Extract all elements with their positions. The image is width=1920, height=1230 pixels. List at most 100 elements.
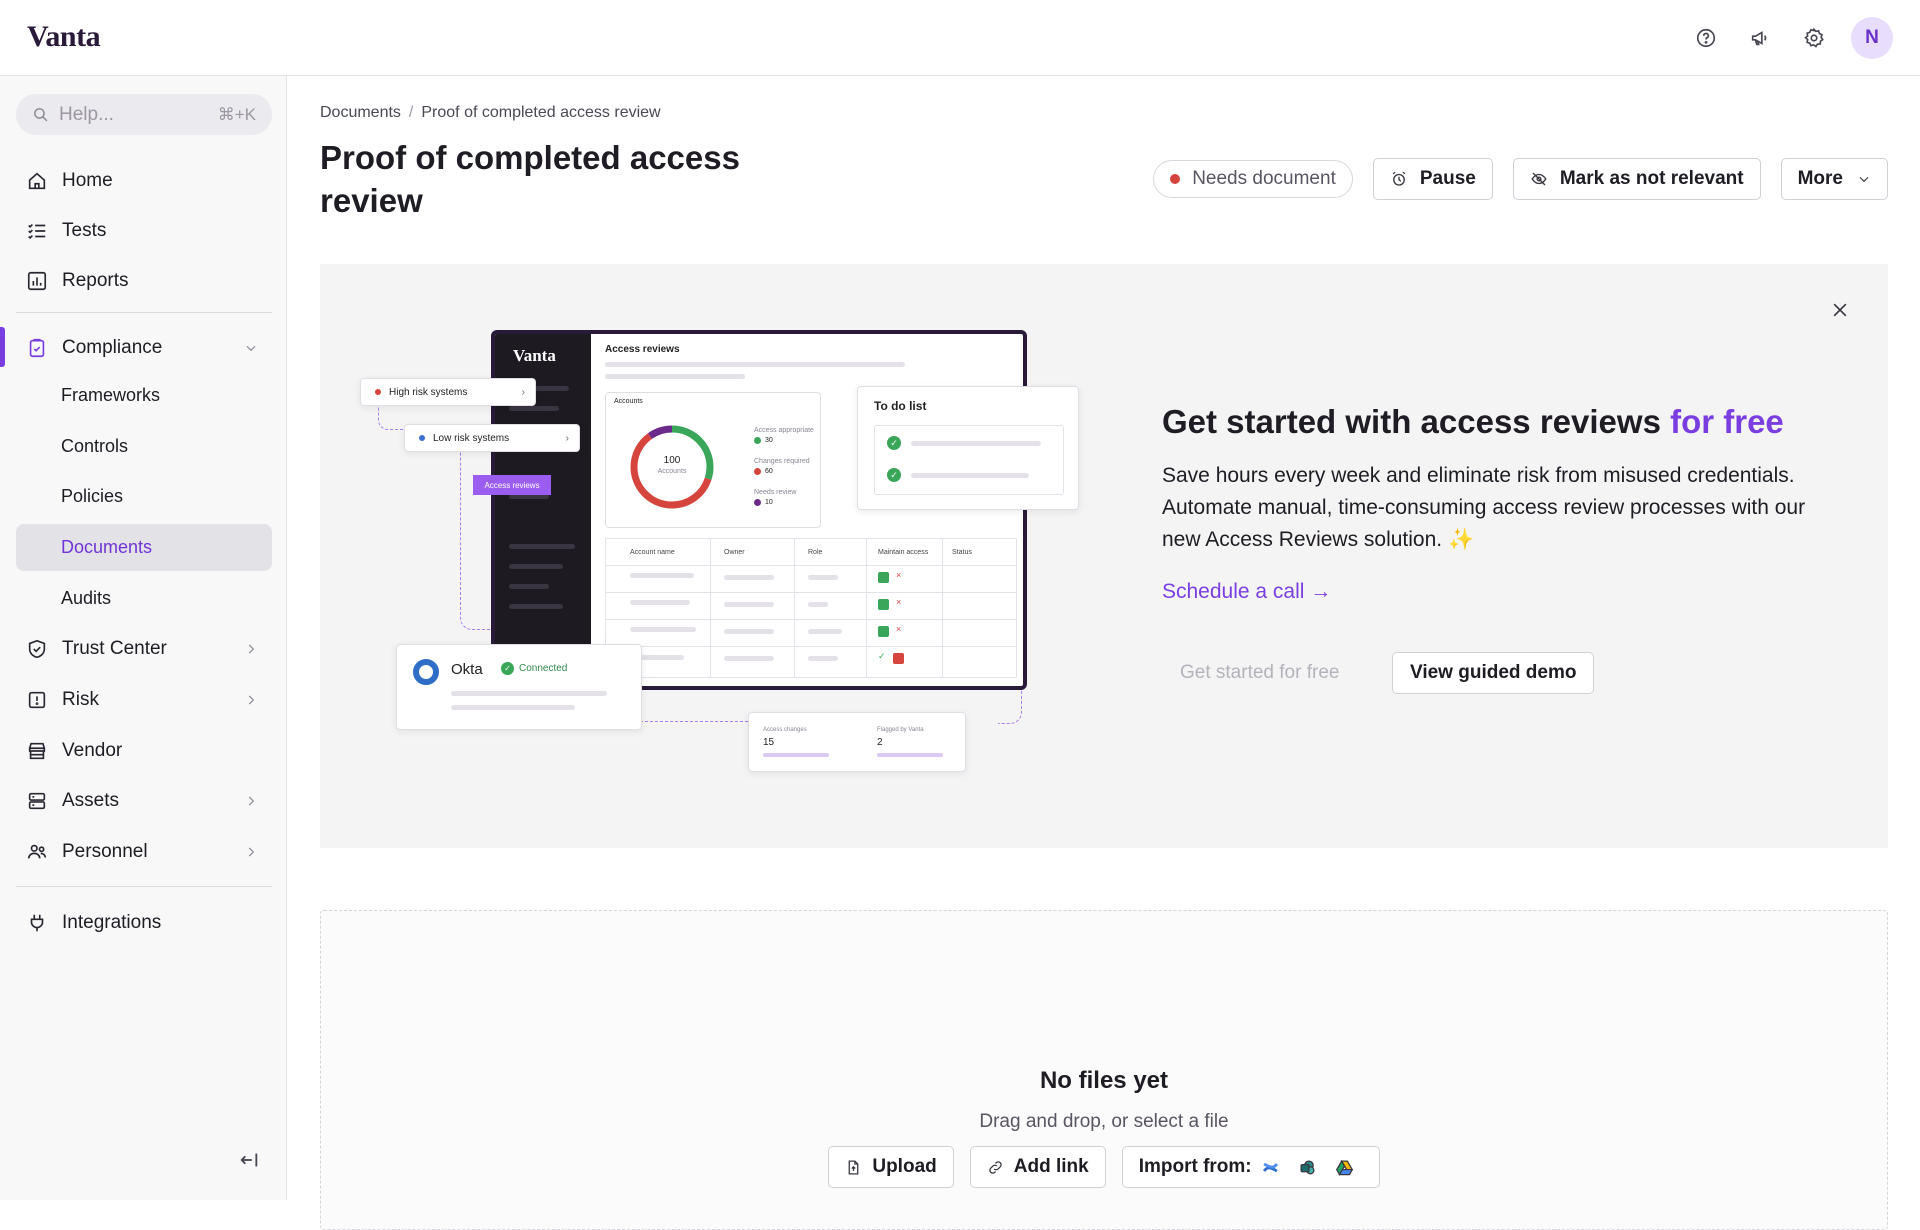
- sidebar-item-label: Vendor: [62, 739, 123, 761]
- access-reviews-illustration: Vanta Access reviews Accounts 100 Accoun…: [360, 294, 1120, 834]
- search-input[interactable]: Help... ⌘+K: [16, 94, 272, 135]
- file-dropzone[interactable]: No files yet Drag and drop, or select a …: [320, 910, 1888, 1230]
- upload-actions: Upload Add link Import from:: [321, 1146, 1887, 1188]
- sidebar-item-home[interactable]: Home: [16, 157, 272, 204]
- breadcrumb-current: Proof of completed access review: [421, 104, 661, 121]
- chevron-right-icon: [248, 796, 255, 805]
- placeholder-line: [605, 374, 745, 379]
- mockup-logo: Vanta: [513, 346, 556, 365]
- top-bar: Vanta N: [0, 0, 1920, 76]
- legend-label: Changes required: [754, 458, 810, 465]
- clipboard-check-icon: [29, 338, 45, 357]
- get-started-button[interactable]: Get started for free: [1162, 652, 1357, 694]
- sidebar-item-frameworks[interactable]: Frameworks: [16, 372, 272, 419]
- sidebar-item-vendor[interactable]: Vendor: [16, 727, 272, 774]
- sidebar-item-controls[interactable]: Controls: [16, 423, 272, 470]
- eye-off-icon: [1531, 172, 1547, 186]
- pause-button[interactable]: Pause: [1372, 158, 1493, 200]
- chevron-down-icon: [1859, 176, 1869, 183]
- chevron-down-icon: [246, 345, 256, 351]
- sidebar-item-assets[interactable]: Assets: [16, 777, 272, 824]
- sidebar-item-label: Risk: [62, 688, 99, 710]
- status-dot: [1170, 174, 1181, 184]
- breadcrumb: Documents / Proof of completed access re…: [320, 104, 661, 122]
- file-upload-icon: [848, 1159, 859, 1175]
- sidebar-item-label: Trust Center: [62, 637, 167, 659]
- import-from-button[interactable]: Import from:: [1121, 1146, 1380, 1188]
- sidebar-divider: [16, 886, 272, 887]
- collapse-sidebar-icon[interactable]: [238, 1149, 262, 1173]
- accounts-donut-chart: [630, 425, 714, 509]
- status-badge: Needs document: [1153, 160, 1353, 198]
- upload-button[interactable]: Upload: [828, 1146, 954, 1188]
- sidebar-item-integrations[interactable]: Integrations: [16, 899, 272, 946]
- avatar[interactable]: N: [1851, 17, 1893, 59]
- users-icon: [27, 844, 47, 858]
- breadcrumb-documents-link[interactable]: Documents: [320, 104, 401, 122]
- placeholder-line: [605, 362, 905, 367]
- schedule-call-link[interactable]: Schedule a call →: [1162, 580, 1331, 604]
- accounts-table: Account name Owner Role Maintain access …: [605, 538, 1017, 678]
- shield-check-icon: [28, 639, 46, 658]
- placeholder-line: [509, 406, 559, 411]
- vanta-logo[interactable]: Vanta: [27, 20, 101, 54]
- store-icon: [28, 742, 46, 759]
- promo-body: Save hours every week and eliminate risk…: [1162, 464, 1806, 551]
- sidebar-item-label: Home: [62, 169, 113, 191]
- donut-label: Accounts: [657, 468, 687, 475]
- legend-value: 30: [754, 437, 773, 444]
- sidebar-item-label: Frameworks: [61, 385, 161, 405]
- add-link-button[interactable]: Add link: [969, 1146, 1106, 1188]
- view-demo-button[interactable]: View guided demo: [1392, 652, 1595, 694]
- search-shortcut: ⌘+K: [217, 104, 256, 124]
- okta-logo-icon: [413, 659, 439, 685]
- sidebar-item-label: Personnel: [62, 840, 148, 862]
- search-placeholder: Help...: [59, 103, 114, 125]
- megaphone-icon[interactable]: [1743, 21, 1777, 55]
- placeholder-line: [509, 544, 575, 549]
- sidebar-item-label: Integrations: [62, 911, 162, 933]
- bar-chart-icon: [27, 271, 47, 290]
- donut-value: 100: [663, 455, 681, 466]
- flagged-value: 2: [877, 737, 883, 748]
- sidebar-item-trust-center[interactable]: Trust Center: [16, 625, 272, 672]
- app-mockup: Vanta Access reviews Accounts 100 Accoun…: [491, 330, 1027, 690]
- access-changes-value: 15: [763, 737, 775, 748]
- chevron-right-icon: [248, 695, 255, 704]
- connector-line: [460, 430, 492, 630]
- sidebar-item-label: Reports: [62, 269, 129, 291]
- sidebar-item-audits[interactable]: Audits: [16, 575, 272, 622]
- connected-badge: ✓ Connected: [501, 662, 567, 675]
- okta-label: Okta: [451, 661, 483, 678]
- promo-title-accent: for free: [1670, 403, 1784, 440]
- sidebar-item-compliance[interactable]: Compliance: [16, 324, 272, 371]
- plug-icon: [30, 914, 44, 931]
- column-header: Maintain access: [878, 549, 929, 556]
- close-icon[interactable]: [1830, 300, 1852, 322]
- sidebar-item-documents[interactable]: Documents: [16, 524, 272, 571]
- promo-title: Get started with access reviews for free: [1162, 403, 1784, 441]
- sidebar-item-label: Controls: [61, 436, 129, 456]
- low-risk-card: Low risk systems ›: [404, 424, 580, 452]
- mark-not-relevant-button[interactable]: Mark as not relevant: [1512, 158, 1761, 200]
- empty-state-subtitle: Drag and drop, or select a file: [979, 1111, 1229, 1132]
- sidebar-item-tests[interactable]: Tests: [16, 207, 272, 254]
- sidebar-item-label: Documents: [61, 537, 153, 557]
- add-link-label: Add link: [1013, 1156, 1089, 1177]
- help-circle-icon[interactable]: [1689, 21, 1723, 55]
- sidebar-item-policies[interactable]: Policies: [16, 473, 272, 520]
- sidebar-item-personnel[interactable]: Personnel: [16, 828, 272, 875]
- more-dropdown[interactable]: More: [1780, 158, 1888, 200]
- legend-value: 10: [754, 499, 773, 506]
- mark-not-relevant-label: Mark as not relevant: [1559, 168, 1744, 189]
- high-risk-label: High risk systems: [389, 386, 468, 398]
- mockup-heading: Access reviews: [605, 344, 680, 355]
- gear-icon[interactable]: [1797, 21, 1831, 55]
- sidebar-item-label: Audits: [61, 588, 112, 608]
- page-title: Proof of completed access review: [320, 139, 740, 219]
- status-label: Needs document: [1192, 168, 1336, 189]
- chevron-right-icon: [248, 847, 255, 856]
- alert-square-icon: [28, 691, 46, 708]
- sidebar-item-risk[interactable]: Risk: [16, 676, 272, 723]
- sidebar-item-reports[interactable]: Reports: [16, 257, 272, 304]
